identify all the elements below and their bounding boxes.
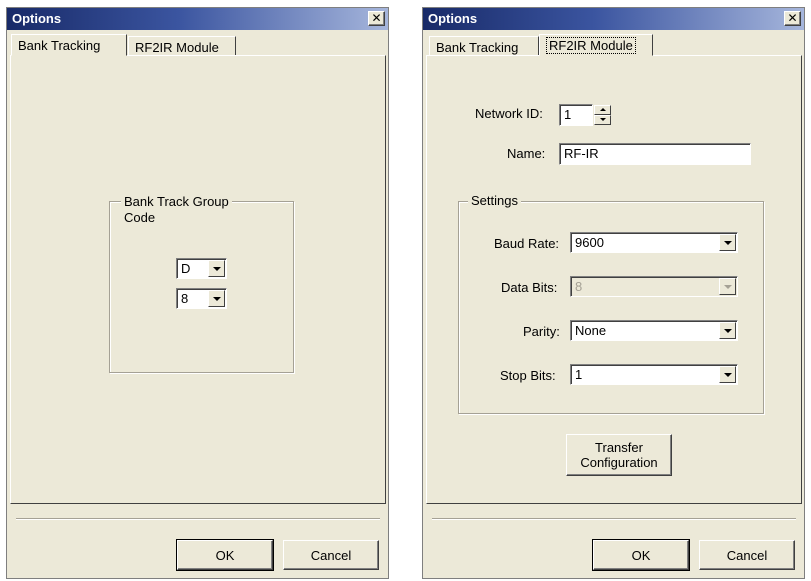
ok-button[interactable]: OK [592, 539, 690, 571]
tab-rf2ir-module[interactable]: RF2IR Module [539, 34, 653, 56]
tab-label: RF2IR Module [135, 40, 219, 55]
chevron-down-icon[interactable] [208, 260, 225, 277]
network-id-label: Network ID: [475, 106, 543, 121]
cancel-button[interactable]: Cancel [283, 540, 379, 570]
network-id-input[interactable]: 1 [559, 104, 593, 126]
tab-bank-tracking[interactable]: Bank Tracking [11, 34, 127, 56]
name-input[interactable]: RF-IR [559, 143, 751, 165]
tab-label: Bank Tracking [18, 38, 101, 53]
spin-up-icon[interactable] [594, 105, 611, 115]
tab-bank-tracking[interactable]: Bank Tracking [429, 36, 539, 56]
stop-bits-label: Stop Bits: [500, 368, 556, 383]
tab-panel: Bank Track Group Code D 8 [10, 55, 386, 504]
tab-label: Bank Tracking [436, 40, 519, 55]
separator [16, 518, 380, 520]
options-dialog-rf2ir-module: Options ✕ Bank Tracking RF2IR Module Net… [422, 7, 805, 579]
parity-label: Parity: [523, 324, 560, 339]
window-title: Options [12, 11, 62, 26]
group-letter-select[interactable]: D [176, 258, 227, 279]
selected-value: 9600 [575, 235, 604, 250]
group-number-select[interactable]: 8 [176, 288, 227, 309]
ok-button[interactable]: OK [176, 539, 274, 571]
separator [432, 518, 796, 520]
baud-rate-label: Baud Rate: [494, 236, 560, 251]
selected-value: D [181, 261, 191, 276]
selected-value: 1 [575, 367, 583, 382]
name-label: Name: [507, 146, 546, 161]
parity-select[interactable]: None [570, 320, 738, 341]
chevron-down-icon[interactable] [719, 366, 736, 383]
close-icon[interactable]: ✕ [368, 11, 385, 26]
chevron-down-icon[interactable] [208, 290, 225, 307]
options-dialog-bank-tracking: Options ✕ Bank Tracking RF2IR Module Ban… [6, 7, 389, 579]
chevron-down-icon[interactable] [719, 234, 736, 251]
tab-rf2ir-module[interactable]: RF2IR Module [128, 36, 236, 56]
bank-track-group-box [109, 201, 294, 373]
group-title: Bank Track Group Code [121, 194, 232, 226]
close-icon[interactable]: ✕ [784, 11, 801, 26]
settings-title: Settings [468, 193, 521, 209]
tab-panel: Network ID: 1 Name: RF-IR Settings Baud … [426, 55, 802, 504]
cancel-button[interactable]: Cancel [699, 540, 795, 570]
selected-value: 8 [181, 291, 189, 306]
spin-down-icon[interactable] [594, 115, 611, 125]
data-bits-label: Data Bits: [501, 280, 558, 295]
network-id-spinner[interactable] [594, 105, 611, 125]
baud-rate-select[interactable]: 9600 [570, 232, 738, 253]
transfer-configuration-button[interactable]: Transfer Configuration [566, 434, 672, 476]
data-bits-select: 8 [570, 276, 738, 297]
window-title: Options [428, 11, 478, 26]
stop-bits-select[interactable]: 1 [570, 364, 738, 385]
chevron-down-icon [719, 278, 736, 295]
chevron-down-icon[interactable] [719, 322, 736, 339]
selected-value: 8 [575, 279, 583, 294]
title-bar[interactable]: Options ✕ [7, 8, 388, 30]
tab-label: RF2IR Module [546, 37, 636, 54]
selected-value: None [575, 323, 607, 338]
title-bar[interactable]: Options ✕ [423, 8, 804, 30]
